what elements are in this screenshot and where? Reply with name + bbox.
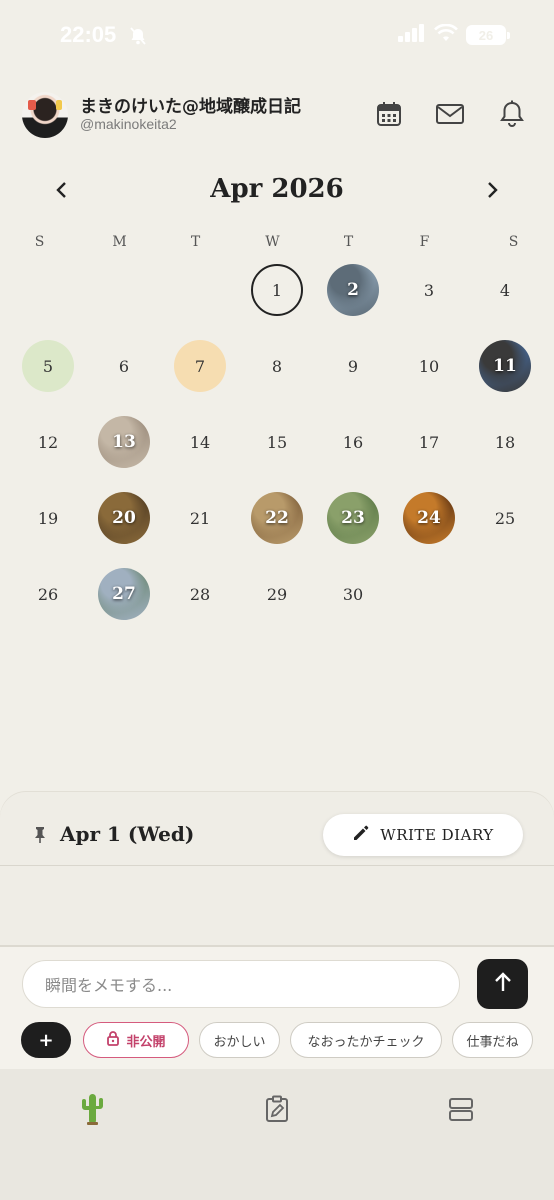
add-tag-button[interactable]: + <box>21 1022 71 1058</box>
profile-handle: @makinokeita2 <box>80 116 177 132</box>
tag-chip[interactable]: 仕事だね <box>452 1022 533 1058</box>
calendar-day[interactable]: 13 <box>98 416 150 468</box>
calendar-day[interactable]: 17 <box>403 416 455 468</box>
profile-name: まきのけいた@地域醸成日記 <box>80 97 301 117</box>
weekday-header: SMTWTFS <box>0 234 554 254</box>
signal-icon <box>398 24 426 46</box>
calendar-day[interactable]: 27 <box>98 568 150 620</box>
next-month-button[interactable] <box>478 176 506 204</box>
calendar-day[interactable]: 2 <box>327 264 379 316</box>
calendar-day[interactable]: 6 <box>98 340 150 392</box>
tab-bar <box>0 1069 554 1200</box>
calendar-day[interactable]: 30 <box>327 568 379 620</box>
calendar-day[interactable]: 11 <box>479 340 531 392</box>
calendar-day[interactable]: 29 <box>251 568 303 620</box>
avatar[interactable] <box>22 92 68 138</box>
calendar-day[interactable]: 14 <box>174 416 226 468</box>
calendar-day[interactable]: 8 <box>251 340 303 392</box>
calendar-day[interactable]: 4 <box>479 264 531 316</box>
private-chip-label: 非公開 <box>126 1034 166 1050</box>
tag-chip[interactable]: おかしい <box>199 1022 280 1058</box>
calendar-day[interactable]: 10 <box>403 340 455 392</box>
calendar-day[interactable]: 3 <box>403 264 455 316</box>
pencil-icon <box>352 824 370 846</box>
month-navigation: Apr 2026 <box>0 170 554 214</box>
calendar-day[interactable]: 19 <box>22 492 74 544</box>
calendar-day[interactable]: 18 <box>479 416 531 468</box>
calendar-day[interactable]: 5 <box>22 340 74 392</box>
cactus-icon[interactable] <box>72 1089 112 1129</box>
mail-icon[interactable] <box>434 98 466 130</box>
calendar-day[interactable]: 23 <box>327 492 379 544</box>
edit-icon[interactable] <box>257 1089 297 1129</box>
weekday-label: S <box>34 234 46 250</box>
weekday-label: T <box>343 234 355 250</box>
pin-icon <box>32 826 48 848</box>
calendar-day[interactable]: 25 <box>479 492 531 544</box>
private-chip[interactable]: 非公開 <box>83 1022 189 1058</box>
list-icon[interactable] <box>441 1089 481 1129</box>
calendar-day[interactable]: 21 <box>174 492 226 544</box>
bell-icon[interactable] <box>496 98 528 130</box>
tag-chip[interactable]: なおったかチェック <box>290 1022 442 1058</box>
tag-chips: + 非公開 おかしい なおったかチェック 仕事だね <box>0 1022 554 1058</box>
status-time: 22:05 <box>60 22 117 47</box>
status-bar: 22:05 26 <box>0 0 554 76</box>
divider <box>0 865 554 866</box>
send-button[interactable] <box>477 959 528 1009</box>
calendar-day[interactable]: 15 <box>251 416 303 468</box>
calendar-day[interactable]: 12 <box>22 416 74 468</box>
calendar-day[interactable]: 26 <box>22 568 74 620</box>
profile-header: まきのけいた@地域醸成日記 @makinokeita2 <box>22 90 532 140</box>
selected-date: Apr 1 (Wed) <box>60 822 195 846</box>
write-diary-label: WRITE DIARY <box>380 826 494 844</box>
wifi-icon <box>434 23 458 46</box>
weekday-label: M <box>112 234 128 250</box>
weekday-label: W <box>265 234 281 250</box>
calendar-day[interactable]: 7 <box>174 340 226 392</box>
write-diary-button[interactable]: WRITE DIARY <box>323 814 523 856</box>
calendar-day[interactable]: 20 <box>98 492 150 544</box>
weekday-label: F <box>419 234 431 250</box>
month-title: Apr 2026 <box>210 174 344 204</box>
mute-icon <box>128 26 148 50</box>
lock-icon <box>106 1030 120 1050</box>
calendar-day[interactable]: 16 <box>327 416 379 468</box>
weekday-label: T <box>190 234 202 250</box>
calendar-day[interactable]: 9 <box>327 340 379 392</box>
calendar-day[interactable]: 24 <box>403 492 455 544</box>
battery-indicator: 26 <box>466 25 510 45</box>
calendar-day[interactable]: 28 <box>174 568 226 620</box>
memo-input[interactable]: 瞬間をメモする... <box>22 960 460 1008</box>
arrow-up-icon <box>493 971 513 997</box>
calendar-day[interactable]: 22 <box>251 492 303 544</box>
calendar-grid: 1 2 3 4 5 6 7 8 9 10 11 12 13 14 15 16 17 18 19 20 21 22 23 24 2… <box>0 252 554 632</box>
calendar-day[interactable]: 1 <box>251 264 303 316</box>
calendar-icon[interactable] <box>373 98 405 130</box>
weekday-label: S <box>508 234 520 250</box>
